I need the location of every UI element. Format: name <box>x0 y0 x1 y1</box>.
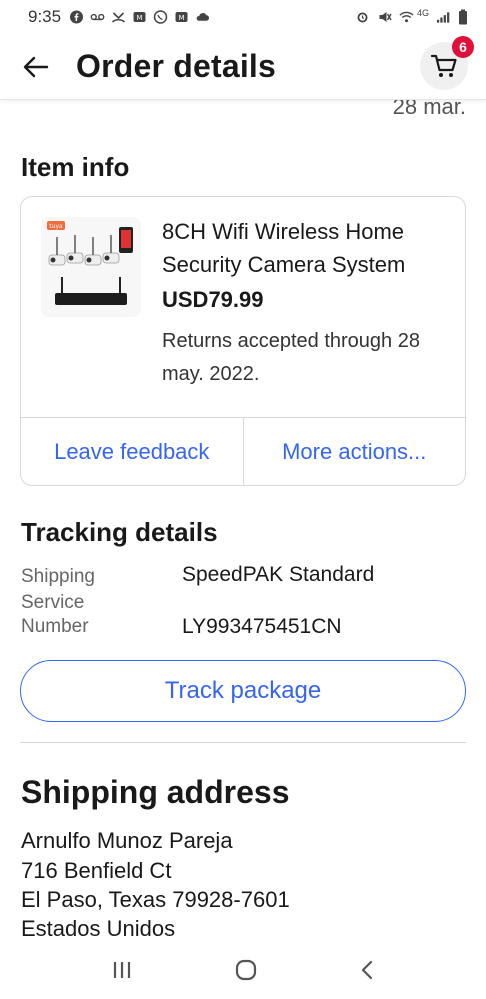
cart-icon <box>430 54 457 77</box>
page-title: Order details <box>76 48 277 84</box>
messenger-icon: M <box>133 12 146 22</box>
address-name: Arnulfo Munoz Pareja <box>21 828 233 853</box>
item-info-title: Item info <box>21 152 130 182</box>
tracking-details-title: Tracking details <box>21 517 218 547</box>
camera-kit-image: tuya <box>41 217 141 317</box>
item-actions: Leave feedback More actions... <box>21 417 465 485</box>
status-time: 9:35 <box>28 7 62 26</box>
app-header: Order details 6 <box>0 34 486 100</box>
cart-button[interactable]: 6 <box>420 36 474 90</box>
cloud-icon <box>196 13 210 21</box>
home-icon <box>235 959 257 980</box>
back-button[interactable] <box>18 49 54 85</box>
address-country: Estados Unidos <box>21 916 176 941</box>
address-city-state-zip: El Paso, Texas 79928-7601 <box>21 887 290 912</box>
system-icons: 4G <box>355 8 468 25</box>
recent-apps-button[interactable] <box>111 960 133 985</box>
svg-text:M: M <box>137 14 143 22</box>
item-price: USD79.99 <box>162 287 264 312</box>
shipping-service-value: SpeedPAK Standard <box>182 563 375 586</box>
cart-count-badge: 6 <box>452 36 474 58</box>
back-arrow-icon <box>23 56 49 77</box>
battery-icon <box>459 9 467 25</box>
leave-feedback-button[interactable]: Leave feedback <box>21 418 243 485</box>
tracking-number-label: Number <box>21 616 89 637</box>
item-title[interactable]: 8CH Wifi Wireless Home Security Camera S… <box>162 215 452 281</box>
missed-call-icon <box>112 12 126 23</box>
system-nav-bar <box>0 945 486 999</box>
status-bar: 9:35 M M 4G <box>0 0 486 34</box>
recent-apps-icon <box>113 961 130 978</box>
tracking-number-value: LY993475451CN <box>182 615 342 638</box>
signal-icon <box>436 12 450 23</box>
svg-text:M: M <box>179 14 185 22</box>
home-button[interactable] <box>234 958 258 987</box>
nav-back-button[interactable] <box>359 959 375 986</box>
item-thumbnail[interactable]: tuya <box>41 217 141 317</box>
track-package-button[interactable]: Track package <box>20 660 466 722</box>
nav-back-icon <box>362 960 373 979</box>
shipping-address-title: Shipping address <box>21 774 290 810</box>
item-card: tuya 8CH Wifi Wireless Home Security Cam… <box>20 196 466 486</box>
section-divider <box>20 742 466 743</box>
messenger-icon: M <box>175 12 188 22</box>
network-type-label: 4G <box>416 8 429 18</box>
returns-info: Returns accepted through 28 may. 2022. <box>162 330 420 385</box>
address-street: 716 Benfield Ct <box>21 858 172 883</box>
mute-icon <box>379 12 392 22</box>
notification-icons: M M <box>69 10 210 24</box>
facebook-icon <box>70 10 84 24</box>
wifi-icon <box>399 11 414 23</box>
whatsapp-icon <box>153 10 168 24</box>
shipping-service-label: Shipping Service <box>21 566 95 613</box>
alarm-icon <box>357 12 368 23</box>
thumb-brand-badge: tuya <box>49 223 63 230</box>
more-actions-button[interactable]: More actions... <box>242 418 466 485</box>
voicemail-icon <box>90 13 105 21</box>
